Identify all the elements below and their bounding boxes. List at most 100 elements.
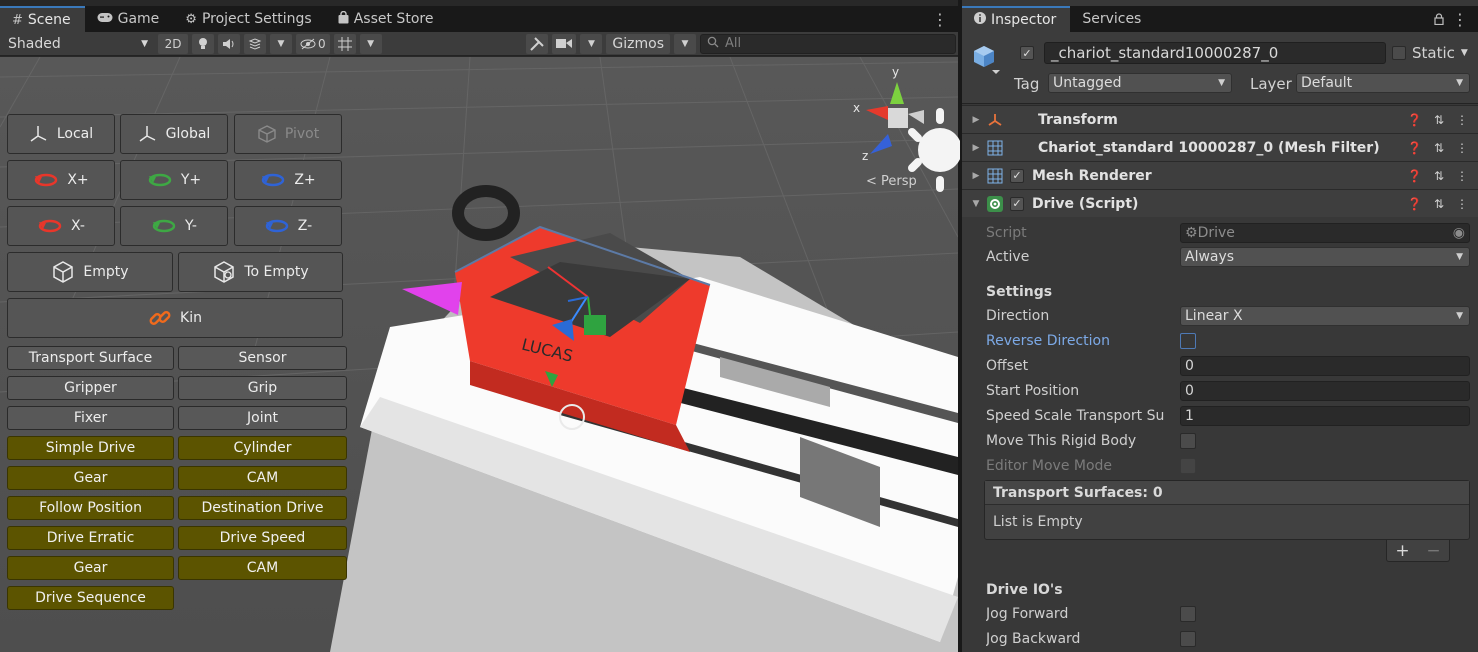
- reverse-direction-checkbox[interactable]: [1180, 333, 1196, 349]
- lock-icon[interactable]: [1434, 10, 1444, 29]
- gizmo-center-cube[interactable]: [888, 108, 908, 128]
- hidden-objects-toggle[interactable]: 0: [296, 33, 330, 54]
- empty-button[interactable]: Empty: [7, 252, 173, 292]
- kebab-menu-icon[interactable]: ⋮: [1456, 197, 1468, 211]
- tab-inspector[interactable]: Inspector: [962, 6, 1071, 32]
- tab-services[interactable]: Services: [1070, 6, 1155, 32]
- local-button[interactable]: Local: [7, 114, 115, 154]
- preset-icon[interactable]: ⇅: [1434, 141, 1444, 155]
- gizmos-caret-icon[interactable]: ▼: [674, 33, 696, 54]
- fold-right-icon[interactable]: ▶: [968, 143, 984, 153]
- cam-button[interactable]: CAM: [178, 466, 347, 490]
- tab-game[interactable]: Game: [85, 6, 174, 32]
- shading-mode-dropdown[interactable]: Shaded ▼: [2, 34, 154, 54]
- rotate-y-minus-button[interactable]: Y-: [120, 206, 228, 246]
- jog-forward-checkbox[interactable]: [1180, 606, 1196, 622]
- fixer-button[interactable]: Fixer: [7, 406, 174, 430]
- component-mesh-filter[interactable]: ▶ Chariot_standard 10000287_0 (Mesh Filt…: [962, 133, 1478, 161]
- joint-button[interactable]: Joint: [178, 406, 347, 430]
- sensor-button[interactable]: Sensor: [178, 346, 347, 370]
- simple-drive-button[interactable]: Simple Drive: [7, 436, 174, 460]
- grid-toggle-icon[interactable]: [333, 33, 356, 54]
- rotate-y-plus-button[interactable]: Y+: [120, 160, 228, 200]
- gameobject-cube-icon[interactable]: [972, 44, 1002, 82]
- tools-icon[interactable]: [526, 33, 549, 54]
- help-icon[interactable]: ❓: [1407, 169, 1422, 183]
- move-rigid-body-checkbox[interactable]: [1180, 433, 1196, 449]
- follow-position-button[interactable]: Follow Position: [7, 496, 174, 520]
- object-active-checkbox[interactable]: ✓: [1020, 46, 1034, 60]
- speed-scale-input[interactable]: 1: [1180, 406, 1470, 426]
- kebab-menu-icon[interactable]: ⋮: [922, 6, 958, 32]
- static-dropdown[interactable]: Static ▼: [1412, 44, 1468, 62]
- start-position-input[interactable]: 0: [1180, 381, 1470, 401]
- tab-asset-store[interactable]: Asset Store: [326, 6, 448, 32]
- remove-item-button[interactable]: −: [1426, 541, 1440, 561]
- destination-drive-button[interactable]: Destination Drive: [178, 496, 347, 520]
- toggle-2d-button[interactable]: 2D: [158, 33, 188, 54]
- tab-scene[interactable]: # Scene: [0, 6, 85, 32]
- drive-enabled-checkbox[interactable]: ✓: [1010, 196, 1024, 211]
- tab-project-settings[interactable]: ⚙ Project Settings: [173, 6, 325, 32]
- gizmos-dropdown[interactable]: Gizmos: [606, 33, 670, 54]
- jog-backward-checkbox[interactable]: [1180, 631, 1196, 647]
- scene-search-input[interactable]: All: [700, 33, 956, 54]
- kin-button[interactable]: Kin: [7, 298, 343, 338]
- preset-icon[interactable]: ⇅: [1434, 169, 1444, 183]
- effects-dropdown-icon[interactable]: ▼: [270, 33, 292, 54]
- effects-toggle-icon[interactable]: [244, 33, 266, 54]
- gizmo-z-cone[interactable]: [870, 134, 892, 154]
- gizmo-neg-x-cone[interactable]: [908, 110, 924, 124]
- offset-input[interactable]: 0: [1180, 356, 1470, 376]
- audio-toggle-icon[interactable]: [218, 33, 240, 54]
- global-button[interactable]: Global: [120, 114, 228, 154]
- fold-right-icon[interactable]: ▶: [968, 115, 984, 125]
- help-icon[interactable]: ❓: [1407, 113, 1422, 127]
- direction-dropdown[interactable]: Linear X ▼: [1180, 306, 1470, 326]
- tag-dropdown[interactable]: Untagged ▼: [1048, 73, 1232, 93]
- fold-right-icon[interactable]: ▶: [968, 171, 984, 181]
- gripper-button[interactable]: Gripper: [7, 376, 174, 400]
- gear-button[interactable]: Gear: [7, 466, 174, 490]
- layer-dropdown[interactable]: Default ▼: [1296, 73, 1470, 93]
- rotate-z-plus-button[interactable]: Z+: [234, 160, 342, 200]
- camera-icon[interactable]: [552, 33, 577, 54]
- static-checkbox[interactable]: [1392, 46, 1406, 60]
- add-item-button[interactable]: +: [1395, 541, 1409, 561]
- drive-speed-button[interactable]: Drive Speed: [178, 526, 347, 550]
- kebab-menu-icon[interactable]: ⋮: [1452, 10, 1468, 29]
- transport-surface-button[interactable]: Transport Surface: [7, 346, 174, 370]
- object-picker-icon[interactable]: ◉: [1453, 224, 1465, 242]
- lighting-toggle-icon[interactable]: [192, 33, 214, 54]
- grid-dropdown-icon[interactable]: ▼: [359, 33, 382, 54]
- drive-sequence-button[interactable]: Drive Sequence: [7, 586, 174, 610]
- drive-erratic-button[interactable]: Drive Erratic: [7, 526, 174, 550]
- help-icon[interactable]: ❓: [1407, 141, 1422, 155]
- projection-toggle[interactable]: < Persp: [866, 174, 917, 189]
- gear-button-2[interactable]: Gear: [7, 556, 174, 580]
- scene-viewport[interactable]: LUCAS Local Global Pivot X+ Y+ Z+ X- Y- …: [0, 57, 958, 652]
- cylinder-button[interactable]: Cylinder: [178, 436, 347, 460]
- grip-button[interactable]: Grip: [178, 376, 347, 400]
- rotate-z-minus-button[interactable]: Z-: [234, 206, 342, 246]
- gizmo-x-cone[interactable]: [866, 106, 888, 120]
- kebab-menu-icon[interactable]: ⋮: [1456, 141, 1468, 155]
- transport-surfaces-header[interactable]: Transport Surfaces: 0: [985, 481, 1469, 505]
- camera-dropdown-icon[interactable]: ▼: [580, 33, 603, 54]
- component-drive-script[interactable]: ▼ ✓ Drive (Script) ❓ ⇅ ⋮: [962, 189, 1478, 217]
- to-empty-button[interactable]: To Empty: [178, 252, 343, 292]
- cam-button-2[interactable]: CAM: [178, 556, 347, 580]
- rotate-x-minus-button[interactable]: X-: [7, 206, 115, 246]
- fold-down-icon[interactable]: ▼: [968, 199, 984, 209]
- preset-icon[interactable]: ⇅: [1434, 197, 1444, 211]
- object-name-input[interactable]: _chariot_standard10000287_0: [1044, 42, 1386, 64]
- kebab-menu-icon[interactable]: ⋮: [1456, 113, 1468, 127]
- gizmo-y-cone[interactable]: [890, 82, 904, 104]
- kebab-menu-icon[interactable]: ⋮: [1456, 169, 1468, 183]
- active-dropdown[interactable]: Always ▼: [1180, 247, 1470, 267]
- component-transform[interactable]: ▶ Transform ❓ ⇅ ⋮: [962, 105, 1478, 133]
- rotate-x-plus-button[interactable]: X+: [7, 160, 115, 200]
- preset-icon[interactable]: ⇅: [1434, 113, 1444, 127]
- pivot-button[interactable]: Pivot: [234, 114, 342, 154]
- mesh-renderer-checkbox[interactable]: ✓: [1010, 168, 1024, 183]
